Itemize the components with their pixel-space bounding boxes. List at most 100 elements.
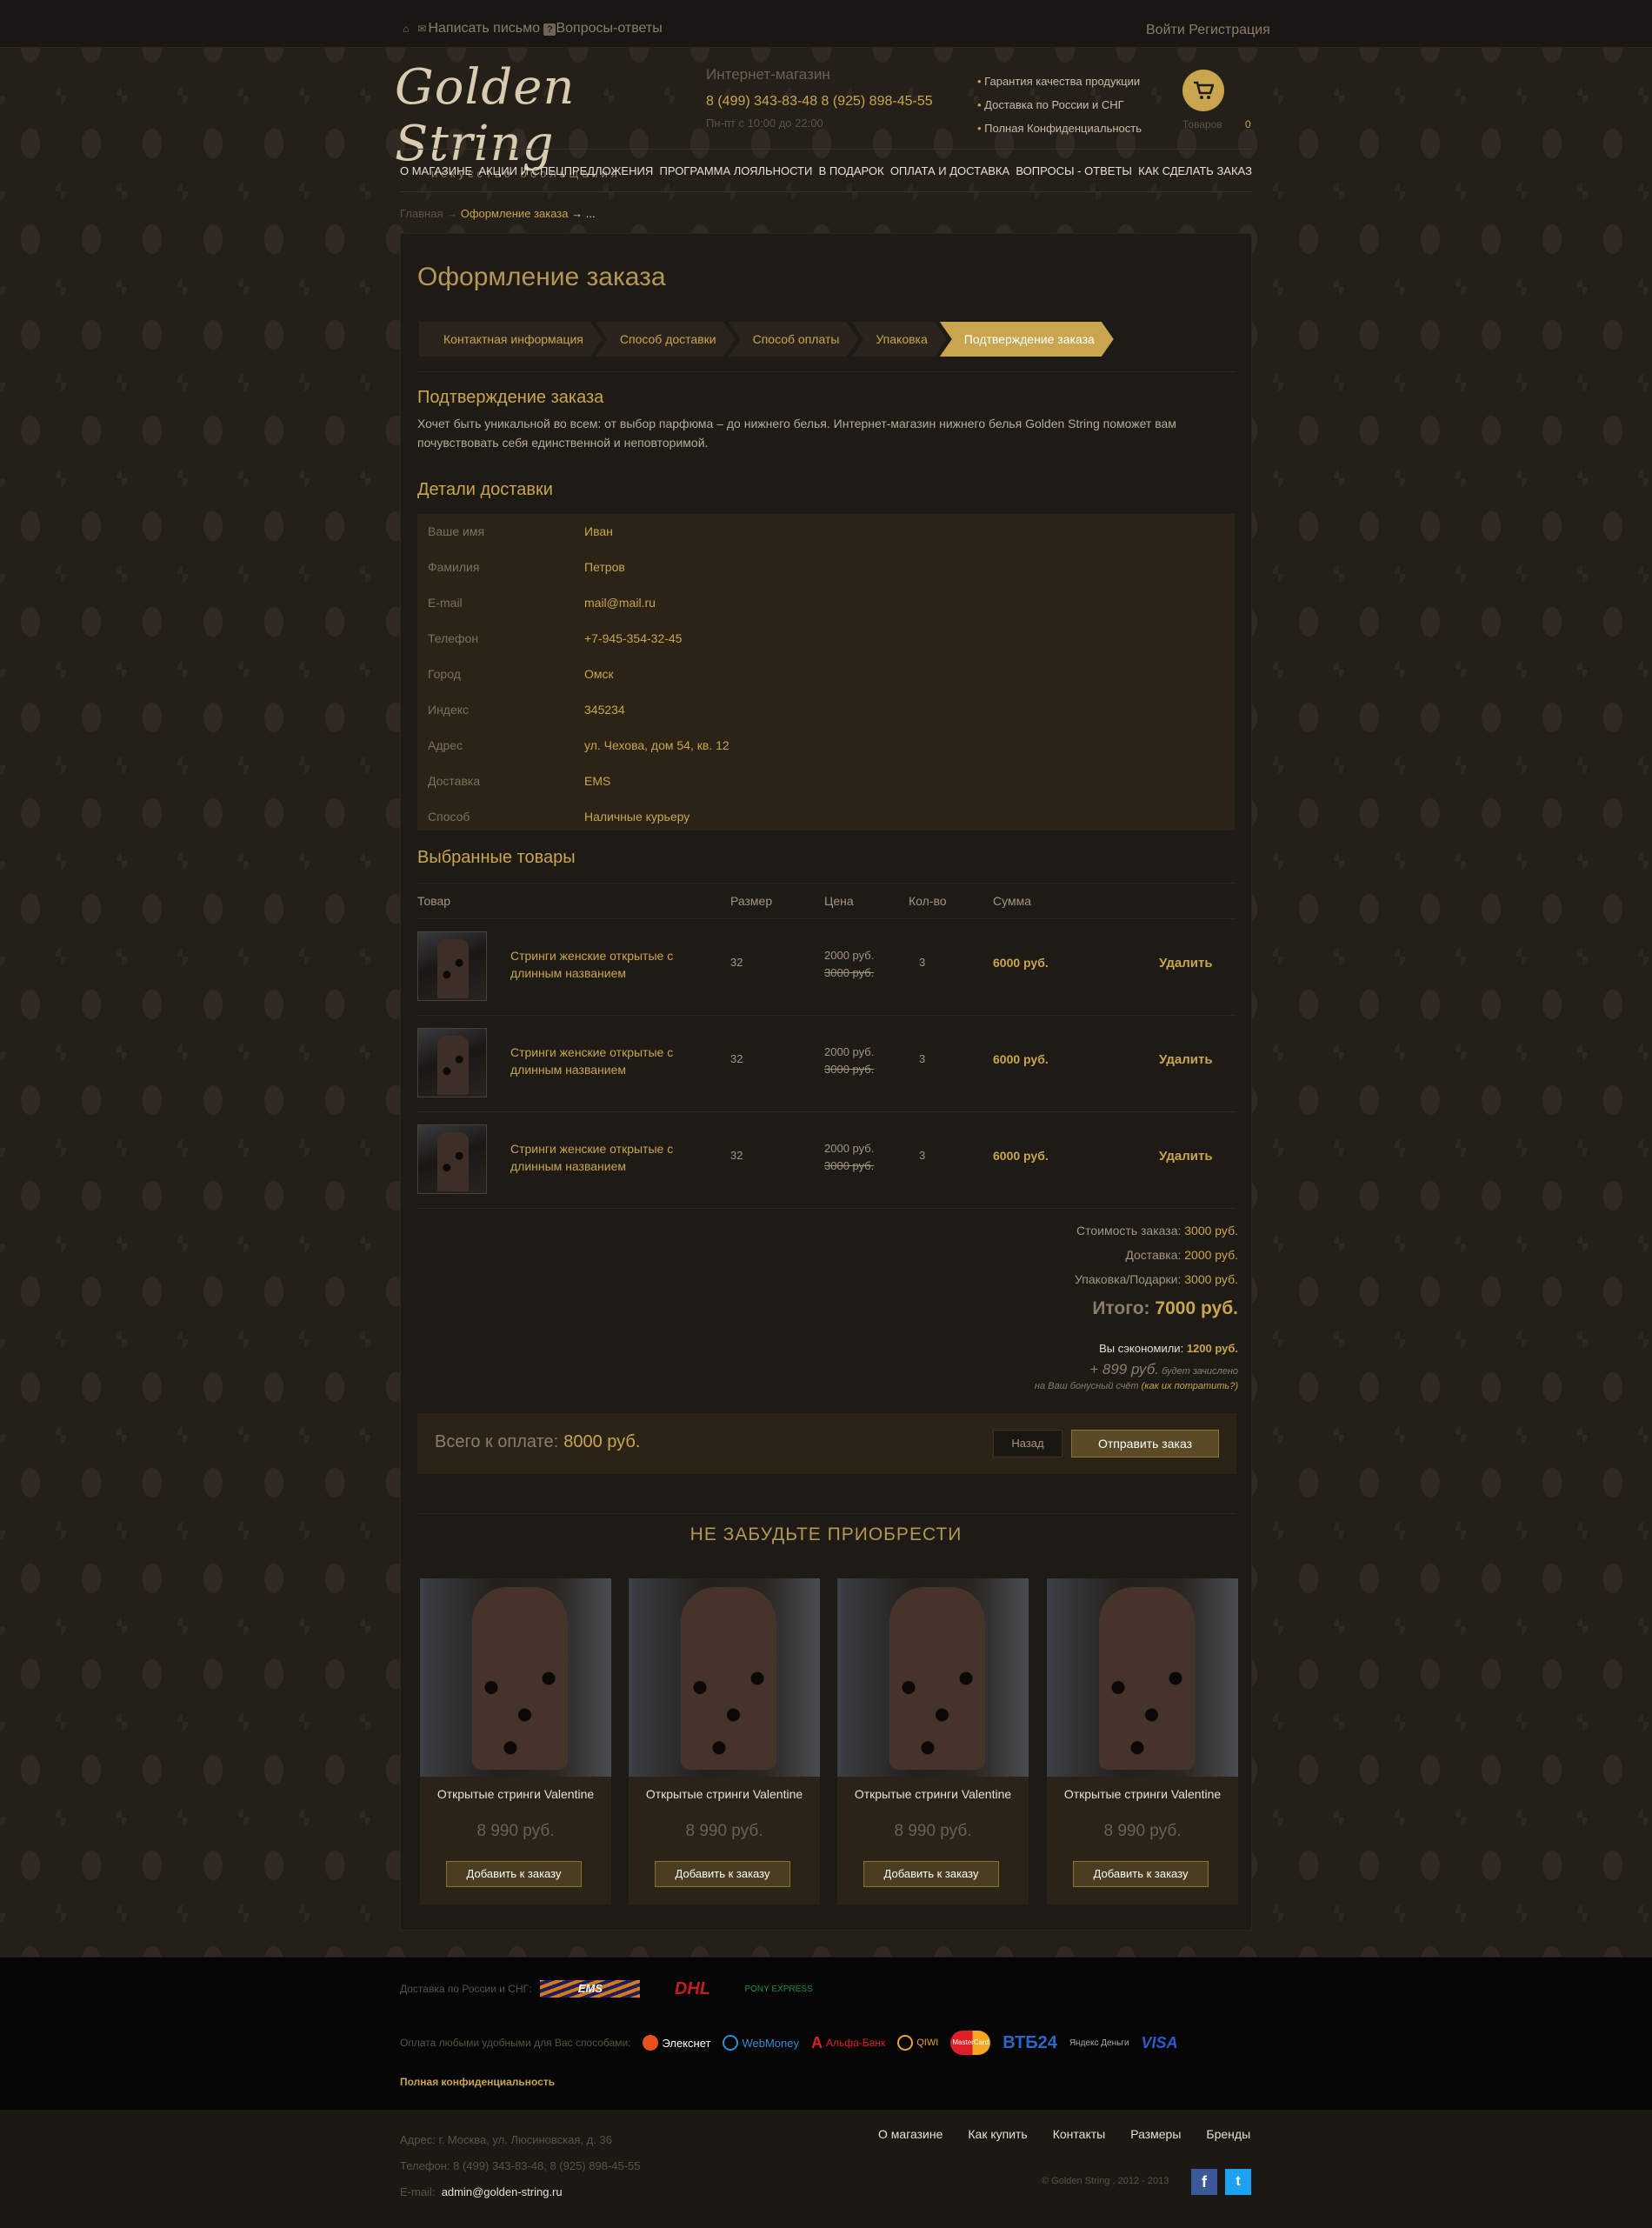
step-payment[interactable]: Способ оплаты (729, 322, 859, 357)
account-links: Войти Регистрация (1146, 23, 1270, 38)
add-to-order-button[interactable]: Добавить к заказу (655, 1861, 790, 1887)
visa-logo: VISA (1141, 2033, 1178, 2051)
page-title: Оформление заказа (417, 263, 666, 291)
add-to-order-button[interactable]: Добавить к заказу (446, 1861, 582, 1887)
nav-item-loyalty[interactable]: ПРОГРАММА ЛОЯЛЬНОСТИ (659, 164, 812, 177)
product-qty: 3 (919, 1149, 926, 1162)
product-name[interactable]: Стринги женские открытые с длинным назва… (510, 1044, 684, 1078)
detail-row: Доставка EMS (417, 764, 1235, 799)
upsell-name[interactable]: Открытые стринги Valentine (629, 1785, 820, 1803)
detail-value: EMS (584, 774, 611, 788)
pack-cost-value: 3000 руб. (1184, 1272, 1238, 1286)
submit-order-button[interactable]: Отправить заказ (1071, 1430, 1219, 1458)
step-packaging[interactable]: Упаковка (851, 322, 946, 357)
write-letter-label: Написать письмо (428, 21, 540, 36)
pack-cost-label: Упаковка/Подарки: (1075, 1272, 1182, 1286)
twitter-icon[interactable]: t (1225, 2169, 1251, 2195)
home-link[interactable]: ⌂ (400, 21, 412, 36)
details-title: Детали доставки (417, 480, 553, 499)
pay-total-value: 8000 руб. (563, 1432, 641, 1451)
col-price: Цена (824, 894, 854, 908)
product-sum: 6000 руб. (993, 1149, 1049, 1163)
footer-link-brands[interactable]: Бренды (1206, 2127, 1250, 2141)
footer-link-about[interactable]: О магазине (878, 2127, 943, 2141)
confidentiality-link[interactable]: Полная конфиденциальность (400, 2076, 555, 2088)
register-link[interactable]: Регистрация (1189, 23, 1270, 37)
back-button[interactable]: Назад (993, 1430, 1062, 1458)
faq-link[interactable]: ? Вопросы-ответы (543, 21, 663, 36)
step-contact[interactable]: Контактная информация (419, 322, 603, 357)
nav-item-gift[interactable]: В ПОДАРОК (819, 164, 884, 177)
delivery-details-table: Ваше имя Иван Фамилия Петров E-mail mail@ma… (417, 514, 1235, 830)
footer-link-howto[interactable]: Как купить (968, 2127, 1027, 2141)
delete-button[interactable]: Удалить (1159, 1149, 1213, 1164)
step-delivery[interactable]: Способ доставки (596, 322, 736, 357)
product-price: 2000 руб. 3000 руб. (824, 947, 874, 982)
nav-item-faq[interactable]: ВОПРОСЫ - ОТВЕТЫ (1016, 164, 1132, 177)
top-bar (0, 0, 1652, 48)
detail-row: Город Омск (417, 657, 1235, 692)
product-thumbnail[interactable] (417, 1124, 487, 1194)
nav-item-payment[interactable]: ОПЛАТА И ДОСТАВКА (890, 164, 1009, 177)
cart-label: Товаров (1182, 118, 1222, 130)
facebook-icon[interactable]: f (1191, 2169, 1217, 2195)
bonus-help-link[interactable]: (как их потратить?) (1142, 1381, 1238, 1391)
savings-label: Вы сэкономили: (1099, 1342, 1184, 1355)
total-value: 7000 руб. (1155, 1298, 1238, 1318)
breadcrumb: Главная → Оформление заказа → ... (400, 207, 596, 220)
detail-key: Фамилия (428, 560, 480, 574)
delete-button[interactable]: Удалить (1159, 956, 1213, 971)
nav-item-about[interactable]: О МАГАЗИНЕ (400, 164, 472, 177)
product-name[interactable]: Стринги женские открытые с длинным назва… (510, 947, 684, 982)
checkout-steps: Контактная информация Способ доставки Сп… (419, 322, 1107, 357)
add-to-order-button[interactable]: Добавить к заказу (863, 1861, 999, 1887)
product-image[interactable] (837, 1578, 1029, 1777)
product-image[interactable] (1047, 1578, 1238, 1777)
col-sum: Сумма (993, 894, 1031, 908)
order-cost: Стоимость заказа: 3000 руб. (1076, 1224, 1238, 1237)
contact-info: Адрес: г. Москва, ул. Люсиновская, д. 36… (400, 2127, 641, 2205)
upsell-name[interactable]: Открытые стринги Valentine (1047, 1785, 1238, 1803)
order-cost-value: 3000 руб. (1184, 1224, 1238, 1237)
detail-value: mail@mail.ru (584, 596, 656, 610)
product-thumbnail[interactable] (417, 1028, 487, 1097)
product-thumbnail[interactable] (417, 931, 487, 1001)
alfa-bank-label: Альфа-Банк (826, 2037, 886, 2049)
pay-total-label: Всего к оплате: (435, 1432, 559, 1451)
bonus-text: будет зачислено (1162, 1366, 1238, 1377)
product-image[interactable] (420, 1578, 611, 1777)
copyright: © Golden String , 2012 - 2013 (1042, 2176, 1169, 2186)
product-name[interactable]: Стринги женские открытые с длинным назва… (510, 1140, 684, 1175)
upsell-price: 8 990 руб. (476, 1822, 555, 1840)
product-price: 2000 руб. 3000 руб. (824, 1044, 874, 1078)
address: Адрес: г. Москва, ул. Люсиновская, д. 36 (400, 2133, 612, 2146)
nav-item-howto[interactable]: КАК СДЕЛАТЬ ЗАКАЗ (1138, 164, 1252, 177)
total-label: Итого: (1092, 1298, 1150, 1318)
upsell-card: Открытые стринги Valentine 8 990 руб. До… (837, 1578, 1029, 1904)
upsell-name[interactable]: Открытые стринги Valentine (420, 1785, 611, 1803)
nav-item-promos[interactable]: АКЦИИ И СПЕЦПРЕДЛОЖЕНИЯ (478, 164, 653, 177)
mastercard-label: MasterCard (950, 2031, 991, 2055)
order-cost-label: Стоимость заказа: (1076, 1224, 1182, 1237)
eleksnet-logo: Элекснет (643, 2035, 710, 2051)
footer-link-sizes[interactable]: Размеры (1130, 2127, 1181, 2141)
cart-icon (1194, 81, 1214, 99)
main-nav: О МАГАЗИНЕ АКЦИИ И СПЕЦПРЕДЛОЖЕНИЯ ПРОГР… (400, 149, 1252, 192)
breadcrumb-current[interactable]: Оформление заказа (461, 207, 569, 220)
site-logo[interactable]: Golden String искусство обольщения (395, 59, 673, 180)
price-old: 3000 руб. (824, 1063, 875, 1076)
upsell-name[interactable]: Открытые стринги Valentine (837, 1785, 1029, 1803)
product-image[interactable] (629, 1578, 820, 1777)
add-to-order-button[interactable]: Добавить к заказу (1073, 1861, 1209, 1887)
breadcrumb-home[interactable]: Главная (400, 207, 443, 220)
table-row: Стринги женские открытые с длинным назва… (417, 1015, 1236, 1111)
login-link[interactable]: Войти (1146, 23, 1185, 37)
cart-button[interactable] (1182, 70, 1224, 111)
delete-button[interactable]: Удалить (1159, 1052, 1213, 1067)
footer-link-contacts[interactable]: Контакты (1053, 2127, 1105, 2141)
detail-row: E-mail mail@mail.ru (417, 585, 1235, 621)
email-row: E-mail: admin@golden-string.ru (400, 2179, 641, 2205)
step-confirm[interactable]: Подтверждение заказа (940, 322, 1114, 357)
email-link[interactable]: admin@golden-string.ru (442, 2185, 563, 2198)
write-letter-link[interactable]: ✉ Написать письмо (416, 21, 540, 36)
